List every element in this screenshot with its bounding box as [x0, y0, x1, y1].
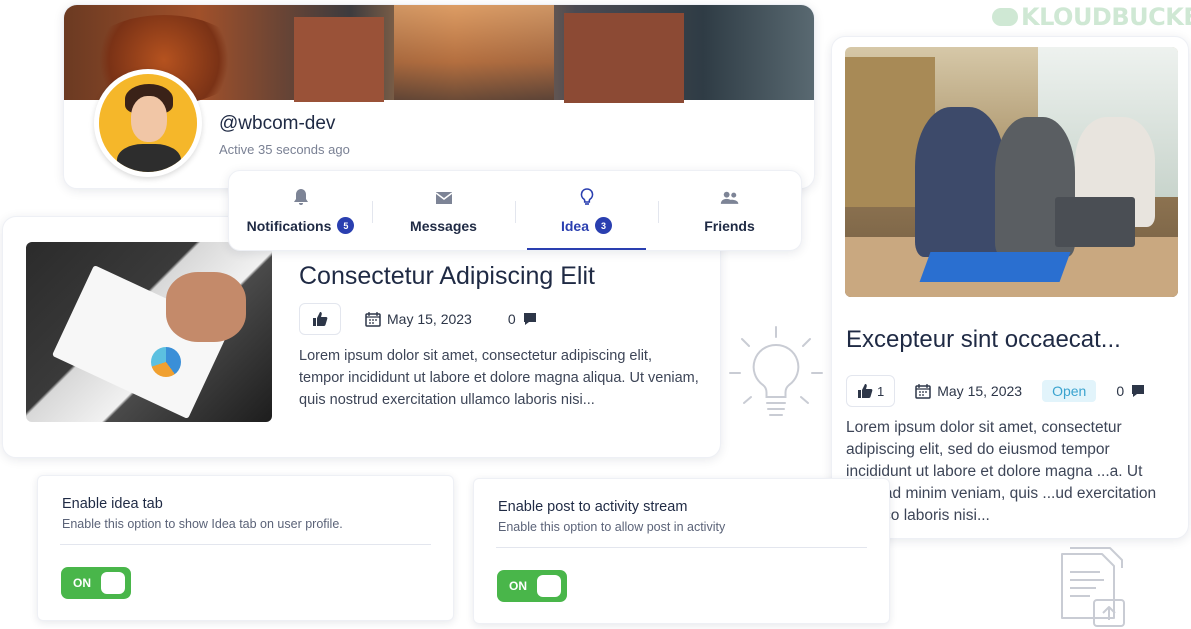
profile-card: @wbcom-dev Active 35 seconds ago — [63, 4, 815, 189]
comment-icon[interactable] — [1130, 383, 1146, 399]
tab-label: Idea — [560, 217, 589, 234]
idea-image[interactable] — [845, 47, 1178, 297]
tab-idea[interactable]: Idea 3 — [515, 171, 658, 250]
profile-handle: @wbcom-dev — [219, 113, 336, 134]
setting-title: Enable post to activity stream — [498, 499, 688, 515]
toggle-label: ON — [73, 576, 91, 590]
idea-card: Consectetur Adipiscing Elit May 15, 2023… — [2, 216, 721, 458]
cloud-icon — [992, 8, 1018, 26]
logo-text: KLOUDBUCKET — [1021, 3, 1191, 31]
setting-description: Enable this option to show Idea tab on u… — [62, 517, 343, 531]
calendar-icon — [365, 312, 381, 327]
comment-count: 0 — [507, 311, 516, 327]
divider — [496, 547, 867, 548]
idea-meta: 1 May 15, 2023 Open 0 — [846, 375, 1146, 407]
envelope-icon — [435, 191, 452, 204]
lightbulb-icon — [580, 188, 593, 205]
like-count: 1 — [877, 383, 885, 399]
users-icon — [720, 191, 738, 204]
notification-count-badge: 5 — [337, 217, 355, 234]
comment-icon[interactable] — [522, 311, 538, 327]
like-button[interactable]: 1 — [846, 375, 896, 407]
like-button[interactable] — [299, 303, 341, 335]
setting-title: Enable idea tab — [62, 496, 163, 512]
thumbs-up-icon — [858, 384, 873, 398]
idea-title[interactable]: Consectetur Adipiscing Elit — [299, 262, 595, 291]
tab-label: Messages — [410, 217, 477, 234]
setting-enable-idea-tab: Enable idea tab Enable this option to sh… — [37, 475, 454, 621]
avatar[interactable] — [94, 69, 202, 177]
profile-tabs: Notifications 5 Messages Idea 3 Friends — [228, 170, 802, 251]
bell-icon — [293, 189, 308, 205]
thumbs-up-icon — [313, 312, 328, 326]
setting-description: Enable this option to allow post in acti… — [498, 520, 726, 534]
lightbulb-icon — [729, 326, 823, 416]
idea-tab-toggle[interactable]: ON — [61, 567, 131, 599]
tab-friends[interactable]: Friends — [658, 171, 801, 250]
idea-meta: May 15, 2023 0 — [299, 303, 538, 335]
idea-image[interactable] — [26, 242, 272, 422]
idea-count-badge: 3 — [595, 217, 612, 234]
tab-label: Notifications — [246, 217, 332, 234]
toggle-knob — [537, 575, 561, 597]
idea-date: May 15, 2023 — [387, 311, 472, 327]
idea-card: Excepteur sint occaecat... 1 May 15, 202… — [831, 36, 1189, 539]
document-upload-icon — [1061, 547, 1125, 627]
status-badge: Open — [1042, 380, 1097, 402]
profile-active-status: Active 35 seconds ago — [219, 142, 350, 157]
setting-enable-activity-post: Enable post to activity stream Enable th… — [473, 478, 890, 624]
comment-count: 0 — [1116, 383, 1125, 399]
kloudbucket-logo: KLOUDBUCKET — [992, 3, 1191, 31]
divider — [60, 544, 431, 545]
calendar-icon — [915, 384, 931, 399]
toggle-label: ON — [509, 579, 527, 593]
tab-messages[interactable]: Messages — [372, 171, 515, 250]
idea-title[interactable]: Excepteur sint occaecat... — [846, 326, 1121, 354]
idea-date: May 15, 2023 — [937, 383, 1023, 399]
toggle-knob — [101, 572, 125, 594]
tab-notifications[interactable]: Notifications 5 — [229, 171, 372, 250]
idea-description: Lorem ipsum dolor sit amet, consectetur … — [299, 348, 699, 408]
activity-post-toggle[interactable]: ON — [497, 570, 567, 602]
tab-label: Friends — [704, 217, 755, 234]
idea-description: Lorem ipsum dolor sit amet, consectetur … — [846, 419, 1157, 524]
